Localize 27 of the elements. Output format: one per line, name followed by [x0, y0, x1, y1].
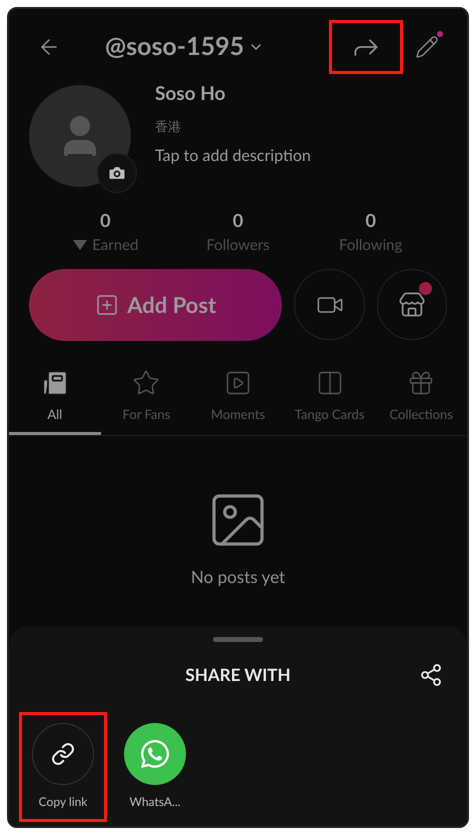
link-icon [32, 722, 94, 784]
profile-name: Soso Ho [155, 81, 226, 107]
pencil-icon [415, 35, 439, 59]
stat-value: 0 [232, 208, 244, 233]
profile-location: 香港 [155, 116, 182, 136]
store-icon [398, 290, 426, 318]
stat-value: 0 [100, 208, 111, 233]
share-button[interactable] [329, 20, 403, 74]
tab[interactable]: All [9, 368, 101, 435]
stat-label: Followers [206, 235, 270, 256]
sheet-title: SHARE WITH [185, 663, 291, 687]
stat-label: Earned [92, 235, 138, 256]
video-button[interactable] [294, 269, 365, 340]
stat-label: Following [338, 235, 402, 256]
empty-message: No posts yet [190, 565, 286, 590]
plus-square-icon [95, 292, 120, 316]
stat-value: 0 [365, 208, 376, 233]
username-dropdown[interactable]: @soso-1595 [105, 28, 264, 66]
profile-description[interactable]: Tap to add description [155, 144, 311, 168]
share-target[interactable]: Copy link [19, 712, 107, 822]
store-button[interactable] [376, 269, 447, 340]
share-target[interactable]: WhatsA... [111, 712, 199, 822]
share-icon[interactable] [419, 662, 443, 687]
camera-button[interactable] [97, 153, 137, 193]
star-icon [132, 368, 160, 396]
drag-handle[interactable] [213, 637, 263, 642]
news-card-icon [40, 368, 69, 396]
